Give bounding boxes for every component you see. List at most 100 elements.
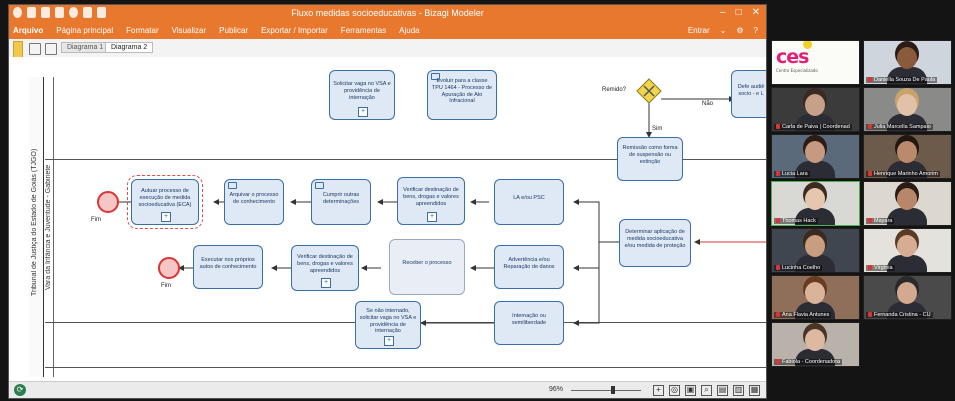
end-event-2-label: Fim [161, 283, 171, 289]
participant-avatar [805, 329, 825, 351]
tab-diagram-1[interactable]: Diagrama 1 [61, 42, 110, 53]
task-label: Se não internado, solicitar vaga no VSA … [359, 307, 417, 335]
participant-name: Ana Flavia Antunes [774, 312, 832, 318]
participant-tile[interactable]: Thomas Hack [771, 181, 860, 226]
diagram-tab-bar: Diagrama 1 Diagrama 2 [9, 39, 766, 65]
task-label: Verificar destinação de bens, drogas e v… [403, 187, 459, 207]
participant-tile[interactable]: Fabiola - Coordenadora [771, 322, 860, 367]
end-event-2 [158, 257, 180, 279]
participant-name-text: Julia Marcella Sampaio [874, 124, 931, 130]
muted-mic-icon [868, 171, 872, 177]
muted-mic-icon [776, 171, 780, 177]
expand-subprocess-icon[interactable]: + [161, 212, 171, 222]
grid-icon[interactable] [29, 43, 41, 55]
sign-in-link[interactable]: Entrar [688, 26, 710, 35]
task-label: Receber o processo [402, 260, 452, 267]
end-event-1-label: Fim [91, 217, 101, 223]
video-gallery: ces Centro Especializado Daniella Souza De… [771, 40, 955, 370]
tab-diagram-2[interactable]: Diagrama 2 [105, 42, 154, 53]
task-receber[interactable]: Receber o processo [389, 239, 465, 295]
view-tools: + ◎ ▣ ⌕ ▤ ▥ ▦ [653, 385, 760, 396]
task-advertencia[interactable]: Advertência e/ou Reparação de danos [494, 245, 564, 289]
search-icon[interactable]: ⌕ [701, 385, 712, 396]
menu-visualizar[interactable]: Visualizar [172, 26, 207, 35]
task-solicitar-vaga-bottom[interactable]: Se não internado, solicitar vaga no VSA … [355, 301, 421, 349]
menu-formatar[interactable]: Formatar [126, 26, 158, 35]
participant-tile[interactable]: Virgínia [863, 228, 952, 273]
diagram-canvas[interactable]: Tribunal de Justiça do Estado de Goiás (… [9, 57, 766, 381]
participant-tile[interactable]: Ana Flavia Antunes [771, 275, 860, 320]
muted-mic-icon [868, 312, 872, 318]
expand-subprocess-icon[interactable]: + [427, 212, 437, 222]
task-verificar-bottom[interactable]: Verificar destinação de bens, drogas e v… [291, 245, 359, 291]
muted-mic-icon [868, 218, 872, 224]
participant-name: Lucinha Coelho [774, 265, 823, 271]
participant-tile[interactable]: Henrique Marinho Amorim [863, 134, 952, 179]
help-button[interactable]: ⟳ [14, 384, 26, 396]
zoom-slider-knob[interactable] [611, 386, 615, 394]
task-label: Autuar processo de execução de medida so… [138, 188, 192, 208]
task-autuar[interactable]: Autuar processo de execução de medida so… [127, 175, 203, 229]
expand-subprocess-icon[interactable]: + [358, 107, 368, 117]
participant-name: Henrique Marinho Amorim [866, 171, 940, 177]
task-label: Internação ou semiliberdade [511, 312, 547, 326]
menu-arquivo[interactable]: Arquivo [13, 26, 43, 35]
participant-avatar [805, 282, 825, 304]
zoom-slider[interactable] [571, 386, 641, 394]
fullscreen-icon[interactable]: ▦ [749, 385, 760, 396]
back-arrow-icon[interactable] [45, 43, 57, 55]
overview-icon[interactable]: ▤ [717, 385, 728, 396]
zoom-out-icon[interactable]: ◎ [669, 385, 680, 396]
participant-tile[interactable]: Daniella Souza De Paula [863, 40, 952, 85]
muted-mic-icon [776, 124, 780, 130]
participant-name-text: Lucia Lara [782, 171, 808, 177]
menu-ferramentas[interactable]: Ferramentas [341, 26, 386, 35]
menu-pagina-principal[interactable]: Página principal [56, 26, 113, 35]
gear-icon[interactable]: ⚙ [736, 26, 743, 35]
fit-page-icon[interactable]: ▣ [685, 385, 696, 396]
participant-name: Thomas Hack [774, 218, 818, 224]
participant-tile[interactable]: Carla de Paiva | Coordenad [771, 87, 860, 132]
menu-publicar[interactable]: Publicar [219, 26, 248, 35]
task-internacao[interactable]: Internação ou semiliberdade [494, 301, 564, 345]
participant-name-text: Fernanda Cristina - CU [874, 312, 931, 318]
minimize-icon[interactable]: – [720, 7, 726, 18]
participant-tile[interactable]: Lucia Lara [771, 134, 860, 179]
task-arquivar[interactable]: Arquivar o processo de conhecimento [224, 179, 284, 225]
participant-tile[interactable]: Julia Marcella Sampaio [863, 87, 952, 132]
participant-avatar [805, 94, 825, 116]
window-controls: – □ ✕ [720, 7, 760, 18]
participant-tile[interactable]: Lucinha Coelho [771, 228, 860, 273]
logo-tile: ces Centro Especializado [771, 40, 860, 85]
participant-tile[interactable]: Mayara [863, 181, 952, 226]
user-task-icon [431, 73, 440, 80]
zoom-value: 96% [549, 386, 564, 393]
task-cumprir[interactable]: Cumprir outras determinações [311, 179, 371, 225]
task-remissao[interactable]: Remissão como forma de suspensão ou exti… [617, 137, 683, 181]
close-icon[interactable]: ✕ [752, 7, 760, 18]
maximize-icon[interactable]: □ [736, 7, 742, 18]
menu-ajuda[interactable]: Ajuda [399, 26, 419, 35]
task-defe-partial[interactable]: Defe audiê socio - e L [731, 70, 766, 118]
print-icon[interactable]: ▥ [733, 385, 744, 396]
task-label: Remissão como forma de suspensão ou exti… [622, 145, 678, 165]
task-evoluir-classe[interactable]: Evoluir para a classe TPU 1464 - Process… [427, 70, 497, 120]
expand-subprocess-icon[interactable]: + [384, 336, 394, 346]
participant-avatar [897, 235, 917, 257]
participant-avatar [805, 188, 825, 210]
task-la-ou-psc[interactable]: LA e/ou PSC [494, 179, 564, 225]
task-determinar[interactable]: Determinar aplicação de medida socioeduc… [619, 219, 691, 267]
chevron-down-icon[interactable]: ⌄ [720, 26, 727, 35]
expand-subprocess-icon[interactable]: + [321, 278, 331, 288]
task-solicitar-vaga[interactable]: Solicitar vaga no VSA e providência de i… [329, 70, 395, 120]
task-executar[interactable]: Executar nos próprios autos de conhecime… [193, 245, 263, 289]
participant-tile[interactable]: Fernanda Cristina - CU [863, 275, 952, 320]
help-icon[interactable]: ? [754, 26, 758, 35]
bizagi-window: Fluxo medidas socioeducativas - Bizagi M… [8, 4, 767, 399]
zoom-in-icon[interactable]: + [653, 385, 664, 396]
participant-name-text: Thomas Hack [782, 218, 816, 224]
task-verificar-top[interactable]: Verificar destinação de bens, drogas e v… [397, 177, 465, 225]
logo-subtitle: Centro Especializado [776, 68, 818, 73]
menu-exportar-importar[interactable]: Exportar / Importar [261, 26, 328, 35]
task-label: Arquivar o processo de conhecimento [229, 191, 279, 205]
